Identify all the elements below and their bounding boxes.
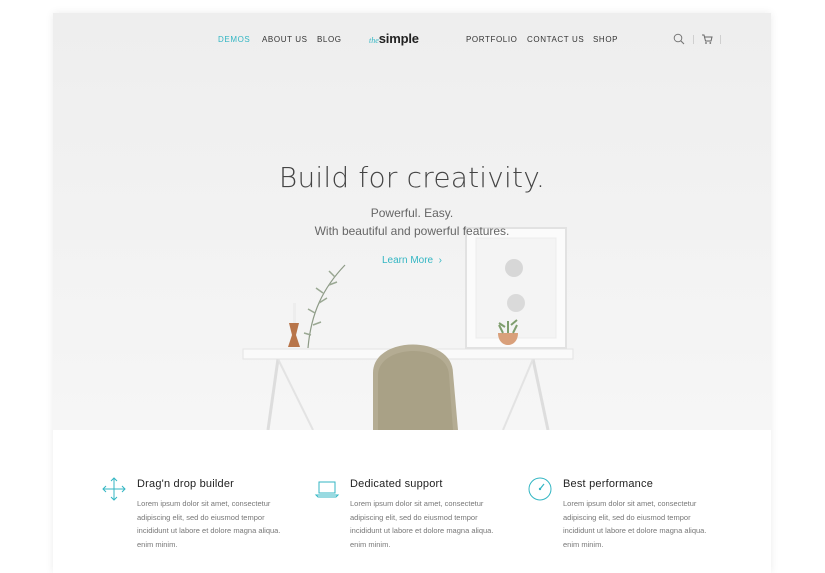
features-section: Drag'n drop builder Lorem ipsum dolor si… (53, 430, 771, 573)
nav-item-blog[interactable]: BLOG (317, 35, 342, 44)
logo-the: the (369, 36, 379, 45)
feature-description: Lorem ipsum dolor sit amet, consectetur … (350, 499, 494, 549)
nav-item-about-us[interactable]: ABOUT US (262, 35, 308, 44)
nav-item-contact-us[interactable]: CONTACT US (527, 35, 584, 44)
search-icon[interactable] (672, 32, 686, 46)
top-nav: DEMOS ABOUT US BLOG thesimple PORTFOLIO … (53, 13, 771, 65)
hero-title: Build for creativity. (278, 161, 546, 194)
feature-description: Lorem ipsum dolor sit amet, consectetur … (563, 499, 707, 549)
nav-item-shop[interactable]: SHOP (593, 35, 618, 44)
site-logo[interactable]: thesimple (369, 30, 419, 48)
feature-title: Dedicated support (350, 478, 443, 490)
feature-dedicated-support: Dedicated support Lorem ipsum dolor sit … (314, 476, 525, 551)
nav-item-demos[interactable]: DEMOS (218, 35, 250, 44)
feature-description: Lorem ipsum dolor sit amet, consectetur … (137, 499, 281, 549)
learn-more-link[interactable]: Learn More › (53, 255, 771, 266)
feature-drag-drop: Drag'n drop builder Lorem ipsum dolor si… (102, 476, 312, 551)
nav-separator (720, 35, 721, 44)
nav-item-portfolio[interactable]: PORTFOLIO (466, 35, 517, 44)
page-frame: DEMOS ABOUT US BLOG thesimple PORTFOLIO … (53, 13, 771, 573)
logo-simple: simple (378, 31, 419, 46)
feature-best-performance: Best performance Lorem ipsum dolor sit a… (528, 476, 738, 551)
hero-subtitle-line2: With beautiful and powerful features. (314, 224, 510, 238)
move-arrows-icon (102, 477, 126, 501)
hero-section: DEMOS ABOUT US BLOG thesimple PORTFOLIO … (53, 13, 771, 430)
hero-desk-illustration (242, 227, 574, 430)
feature-title: Drag'n drop builder (137, 478, 235, 490)
learn-more-label[interactable]: Learn More (382, 255, 433, 266)
laptop-icon (314, 481, 340, 498)
cart-icon[interactable] (700, 32, 714, 46)
speedometer-icon (528, 477, 552, 501)
hero-subtitle-line1: Powerful. Easy. (370, 206, 454, 220)
nav-separator (693, 35, 694, 44)
feature-title: Best performance (563, 478, 654, 490)
chevron-right-icon: › (438, 255, 443, 266)
